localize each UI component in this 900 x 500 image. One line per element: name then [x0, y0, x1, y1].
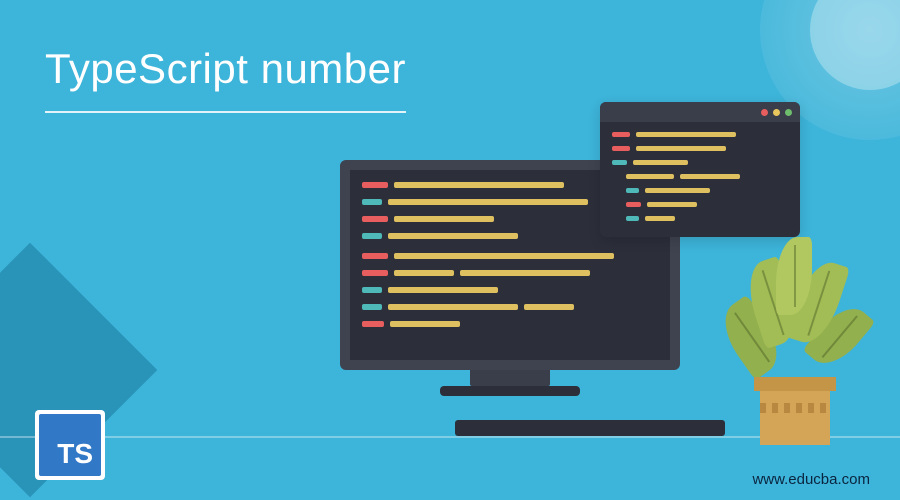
window-body: [600, 122, 800, 237]
plant-pot: [760, 385, 830, 445]
typescript-logo: TS: [35, 410, 105, 480]
window-titlebar: [600, 102, 800, 122]
website-url: www.educba.com: [752, 471, 870, 488]
monitor-base: [440, 386, 580, 396]
keyboard-illustration: [455, 420, 725, 436]
code-window: [600, 102, 800, 237]
minimize-dot-icon: [773, 109, 780, 116]
logo-text: TS: [57, 438, 93, 470]
plant-illustration: [720, 235, 870, 445]
monitor-stand: [470, 370, 550, 386]
page-title: TypeScript number: [45, 45, 406, 113]
close-dot-icon: [761, 109, 768, 116]
maximize-dot-icon: [785, 109, 792, 116]
